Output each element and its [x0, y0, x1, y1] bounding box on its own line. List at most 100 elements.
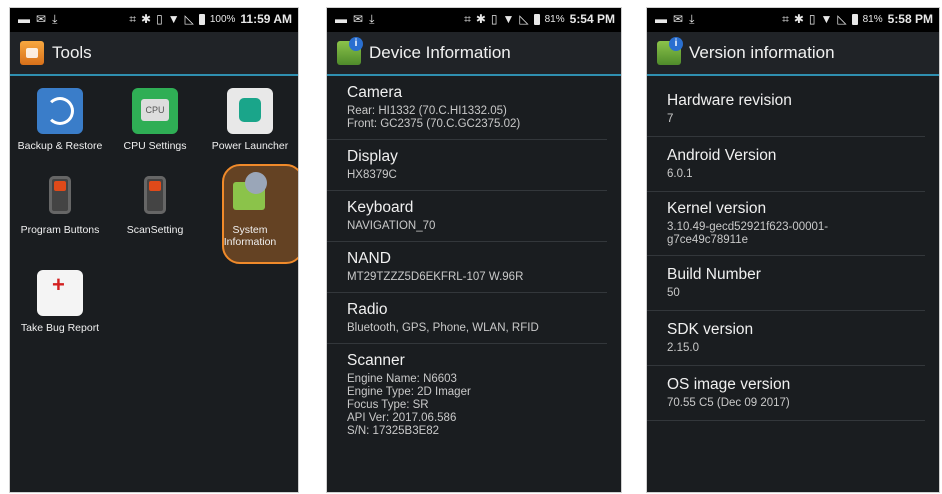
item-value: Engine Name: N6603 Engine Type: 2D Image…	[347, 373, 471, 437]
app-label: Program Buttons	[20, 224, 100, 236]
app-label: System Information	[223, 224, 277, 248]
battery-percent: 81%	[862, 13, 883, 25]
page-title: Version information	[689, 43, 835, 62]
system-information-icon	[337, 37, 363, 65]
item-label: Display	[347, 148, 398, 165]
tools-screen: ▬ ✉ ⤓ ⌗ ✱ ▯ ▼ ◺ 100% 11:59 AM Tools Back…	[10, 8, 298, 492]
battery-percent: 100%	[209, 13, 236, 25]
app-label: ScanSetting	[126, 224, 184, 236]
clock: 11:59 AM	[240, 12, 292, 26]
status-bar: ▬ ✉ ⤓ ⌗ ✱ ▯ ▼ ◺ 81% 5:54 PM	[327, 8, 621, 32]
app-cpu-settings[interactable]: CPU Settings	[107, 88, 203, 152]
take-bug-report-icon	[37, 270, 83, 316]
message-icon: ▬	[18, 12, 30, 26]
app-label: CPU Settings	[123, 140, 187, 152]
item-value: MT29TZZZ5D6EKFRL-107 W.96R	[347, 271, 524, 283]
cpu-settings-icon	[132, 88, 178, 134]
vibrate-icon: ▯	[156, 12, 163, 26]
vibrate-icon: ▯	[808, 12, 816, 26]
bluetooth-icon: ✱	[475, 12, 486, 26]
item-label: Kernel version	[667, 200, 767, 217]
app-program-buttons[interactable]: Program Buttons	[12, 172, 108, 236]
item-value: NAVIGATION_70	[347, 220, 436, 232]
list-item-build-number[interactable]: Build Number 50	[647, 256, 925, 311]
list-item-scanner[interactable]: Scanner Engine Name: N6603 Engine Type: …	[327, 344, 607, 446]
system-information-icon	[227, 172, 273, 218]
no-signal-icon: ◺	[184, 12, 194, 26]
scan-setting-icon	[132, 172, 178, 218]
app-bar: Device Information	[327, 32, 621, 76]
battery-percent: 81%	[544, 13, 565, 25]
app-bar: Version information	[647, 32, 939, 76]
device-information-screen: ▬ ✉ ⤓ ⌗ ✱ ▯ ▼ ◺ 81% 5:54 PM Device Infor…	[327, 8, 621, 492]
message-icon: ▬	[335, 12, 347, 26]
item-value: 70.55 C5 (Dec 09 2017)	[667, 397, 790, 409]
list-item-radio[interactable]: Radio Bluetooth, GPS, Phone, WLAN, RFID	[327, 293, 607, 344]
app-bar: Tools	[10, 32, 298, 76]
version-information-screen: ▬ ✉ ⤓ ⌗ ✱ ▯ ▼ ◺ 81% 5:58 PM Version info…	[647, 8, 939, 492]
list-item-sdk-version[interactable]: SDK version 2.15.0	[647, 311, 925, 366]
version-info-list: Hardware revision 7 Android Version 6.0.…	[647, 82, 939, 421]
scanner-icon: ⌗	[782, 12, 789, 26]
app-backup-restore[interactable]: Backup & Restore	[12, 88, 108, 152]
item-label: Radio	[347, 301, 388, 318]
list-item-android-version[interactable]: Android Version 6.0.1	[647, 137, 925, 192]
app-take-bug-report[interactable]: Take Bug Report	[12, 270, 108, 334]
item-label: Android Version	[667, 147, 777, 164]
clock: 5:58 PM	[887, 12, 933, 26]
status-bar: ▬ ✉ ⤓ ⌗ ✱ ▯ ▼ ◺ 81% 5:58 PM	[647, 8, 939, 32]
item-value: HX8379C	[347, 169, 397, 181]
item-value: 3.10.49-gecd52921f623-00001- g7ce49c7891…	[667, 221, 829, 246]
item-value: 2.15.0	[667, 342, 699, 354]
clock: 5:54 PM	[569, 12, 615, 26]
battery-icon	[198, 13, 205, 25]
vibrate-icon: ▯	[490, 12, 498, 26]
list-item-hardware-revision[interactable]: Hardware revision 7	[647, 82, 925, 137]
backup-restore-icon	[37, 88, 83, 134]
download-icon: ⤓	[369, 12, 375, 26]
bluetooth-icon: ✱	[141, 12, 152, 26]
list-item-display[interactable]: Display HX8379C	[327, 140, 607, 191]
device-info-list: Camera Rear: HI1332 (70.C.HI1332.05) Fro…	[327, 76, 621, 446]
status-bar: ▬ ✉ ⤓ ⌗ ✱ ▯ ▼ ◺ 100% 11:59 AM	[10, 8, 298, 32]
item-label: Hardware revision	[667, 92, 792, 109]
power-launcher-icon	[227, 88, 273, 134]
no-signal-icon: ◺	[837, 12, 847, 26]
list-item-kernel-version[interactable]: Kernel version 3.10.49-gecd52921f623-000…	[647, 192, 925, 256]
download-icon: ⤓	[52, 12, 58, 26]
page-title: Tools	[52, 43, 92, 62]
scanner-icon: ⌗	[129, 12, 137, 26]
item-label: SDK version	[667, 321, 754, 338]
app-label: Power Launcher	[211, 140, 289, 152]
wifi-icon: ▼	[167, 12, 180, 26]
item-label: Scanner	[347, 352, 405, 369]
wifi-icon: ▼	[820, 12, 833, 26]
mail-icon: ✉	[353, 12, 364, 26]
wifi-icon: ▼	[502, 12, 515, 26]
program-buttons-icon	[37, 172, 83, 218]
download-icon: ⤓	[689, 12, 695, 26]
app-label: Take Bug Report	[20, 322, 100, 334]
app-power-launcher[interactable]: Power Launcher	[202, 88, 298, 152]
bluetooth-icon: ✱	[793, 12, 804, 26]
item-value: 50	[667, 287, 680, 299]
app-label: Backup & Restore	[17, 140, 103, 152]
item-value: 6.0.1	[667, 168, 693, 180]
app-scan-setting[interactable]: ScanSetting	[107, 172, 203, 236]
scanner-icon: ⌗	[464, 12, 471, 26]
battery-icon	[533, 13, 540, 25]
list-item-keyboard[interactable]: Keyboard NAVIGATION_70	[327, 191, 607, 242]
battery-icon	[851, 13, 858, 25]
system-information-icon	[657, 37, 683, 65]
app-system-information[interactable]: System Information	[214, 172, 286, 248]
list-item-camera[interactable]: Camera Rear: HI1332 (70.C.HI1332.05) Fro…	[327, 76, 607, 140]
item-label: Camera	[347, 84, 403, 101]
item-label: NAND	[347, 250, 391, 267]
message-icon: ▬	[655, 12, 667, 26]
list-item-os-image-version[interactable]: OS image version 70.55 C5 (Dec 09 2017)	[647, 366, 925, 421]
list-item-nand[interactable]: NAND MT29TZZZ5D6EKFRL-107 W.96R	[327, 242, 607, 293]
tools-icon	[20, 41, 44, 65]
item-value: 7	[667, 113, 674, 125]
item-label: Keyboard	[347, 199, 414, 216]
page-title: Device Information	[369, 43, 511, 62]
